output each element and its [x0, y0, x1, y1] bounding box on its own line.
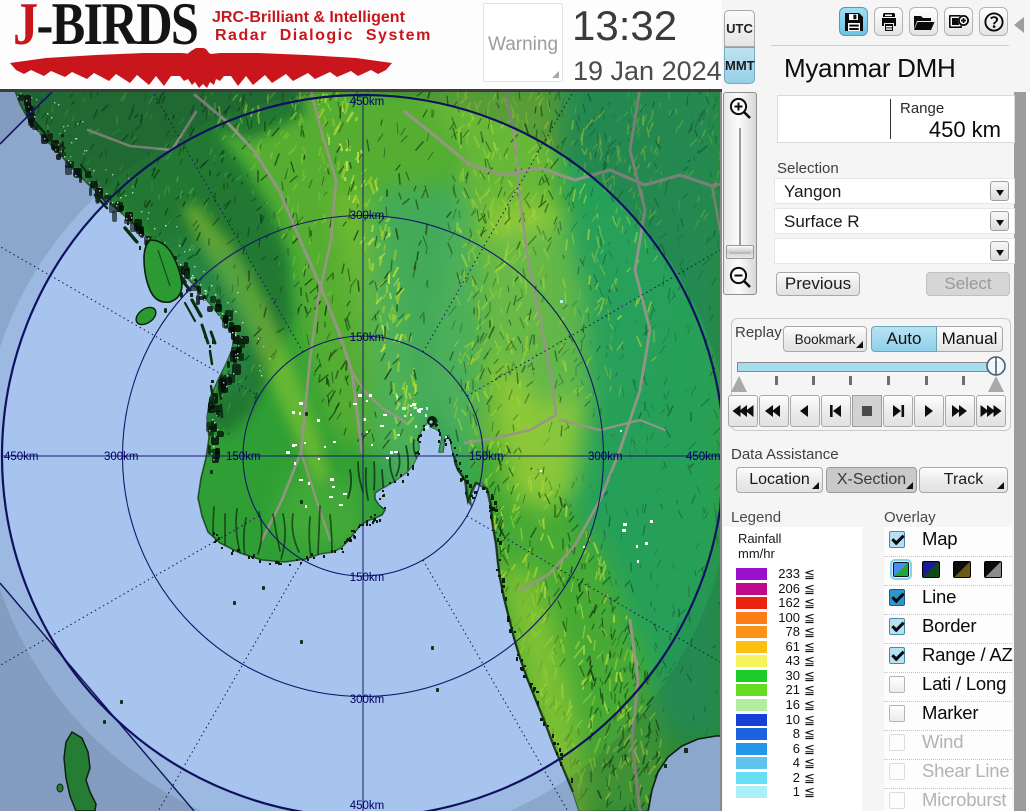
- svg-text:450km: 450km: [4, 451, 39, 463]
- svg-text:300km: 300km: [350, 694, 385, 706]
- svg-text:300km: 300km: [104, 451, 139, 463]
- svg-text:300km: 300km: [350, 210, 385, 222]
- svg-text:450km: 450km: [686, 451, 721, 463]
- svg-text:150km: 150km: [350, 332, 385, 344]
- svg-text:150km: 150km: [350, 572, 385, 584]
- svg-text:150km: 150km: [469, 451, 504, 463]
- svg-text:150km: 150km: [226, 451, 261, 463]
- svg-text:450km: 450km: [350, 96, 385, 108]
- svg-text:450km: 450km: [350, 800, 385, 811]
- svg-text:300km: 300km: [588, 451, 623, 463]
